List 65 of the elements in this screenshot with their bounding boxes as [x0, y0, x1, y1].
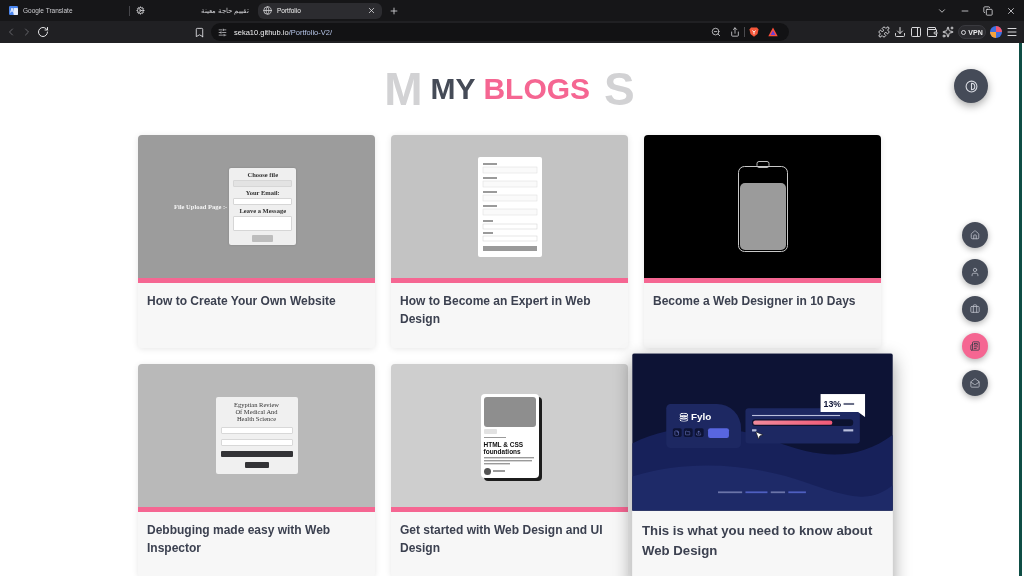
file-input-field — [233, 180, 293, 187]
home-icon — [970, 230, 980, 240]
sparkle-icon[interactable] — [942, 26, 954, 38]
text-line — [483, 436, 506, 438]
blog-card[interactable]: Fylo 13% This is what you need to know about Web Design — [632, 353, 893, 576]
text-line — [492, 470, 505, 472]
percent-text: 13% — [823, 399, 842, 409]
text-line — [842, 429, 853, 431]
blog-card[interactable]: Become a Web Designer in 10 Days — [644, 135, 881, 348]
blogs-nav-button[interactable] — [962, 333, 988, 359]
bookmark-icon[interactable] — [194, 26, 205, 38]
blog-title[interactable]: Get started with Web Design and UI Design — [400, 521, 619, 557]
logo-text: Fylo — [691, 411, 712, 423]
triangle-icon[interactable] — [768, 27, 778, 37]
reload-icon[interactable] — [37, 26, 49, 38]
section-heading: MY BLOGS — [430, 71, 591, 107]
newspaper-icon — [970, 341, 980, 351]
close-icon[interactable] — [367, 6, 376, 15]
avatar-icon — [483, 467, 491, 475]
input-field — [233, 198, 293, 205]
site-settings-icon[interactable] — [218, 27, 227, 37]
photo-placeholder — [483, 396, 536, 427]
blog-title[interactable]: How to Create Your Own Website — [147, 292, 366, 310]
restore-icon[interactable] — [983, 5, 993, 16]
cursor-icon — [754, 430, 765, 441]
home-nav-button[interactable] — [962, 222, 988, 248]
theme-toggle-button[interactable] — [954, 69, 988, 103]
blog-title[interactable]: Become a Web Designer in 10 Days — [653, 292, 872, 310]
download-icon[interactable] — [894, 26, 906, 38]
paragraph-lines-drawing — [483, 457, 534, 465]
logo-icon — [678, 412, 688, 421]
profile-avatar-icon[interactable] — [990, 26, 1002, 38]
wallet-icon[interactable] — [926, 26, 938, 38]
blog-card[interactable]: How to Become an Expert in Web Design — [391, 135, 628, 348]
textarea-field — [233, 216, 293, 231]
upload-icon — [694, 428, 704, 437]
translate-icon — [9, 6, 18, 15]
dot-icon — [961, 29, 967, 35]
menu-icon[interactable] — [1006, 26, 1018, 38]
share-icon[interactable] — [730, 27, 740, 37]
close-icon[interactable] — [1006, 5, 1016, 16]
globe-icon — [263, 6, 272, 15]
upload-button — [252, 235, 274, 242]
blog-title[interactable]: Debbuging made easy with Web Inspector — [147, 521, 366, 557]
zoom-out-icon[interactable] — [711, 27, 721, 37]
plus-icon[interactable] — [389, 5, 399, 16]
portfolio-nav-button[interactable] — [962, 296, 988, 322]
about-nav-button[interactable] — [962, 259, 988, 285]
contact-nav-button[interactable] — [962, 370, 988, 396]
tag-chip — [483, 429, 497, 434]
sidebar-icon[interactable] — [910, 26, 922, 38]
action-tile — [707, 427, 729, 438]
envelope-icon — [970, 378, 980, 388]
user-icon — [970, 267, 980, 277]
puzzle-icon[interactable] — [878, 26, 890, 38]
contrast-icon — [964, 79, 978, 93]
form-button — [244, 462, 269, 468]
briefcase-icon — [970, 304, 980, 314]
blog-title[interactable]: How to Become an Expert in Web Design — [400, 292, 619, 328]
scrollbar-thumb[interactable] — [1019, 43, 1022, 576]
folder-icon — [683, 428, 693, 437]
shield-icon[interactable] — [749, 27, 759, 37]
blog-title[interactable]: This is what you need to know about Web Design — [642, 520, 883, 561]
document-icon — [672, 428, 682, 437]
gear-icon — [136, 6, 145, 15]
